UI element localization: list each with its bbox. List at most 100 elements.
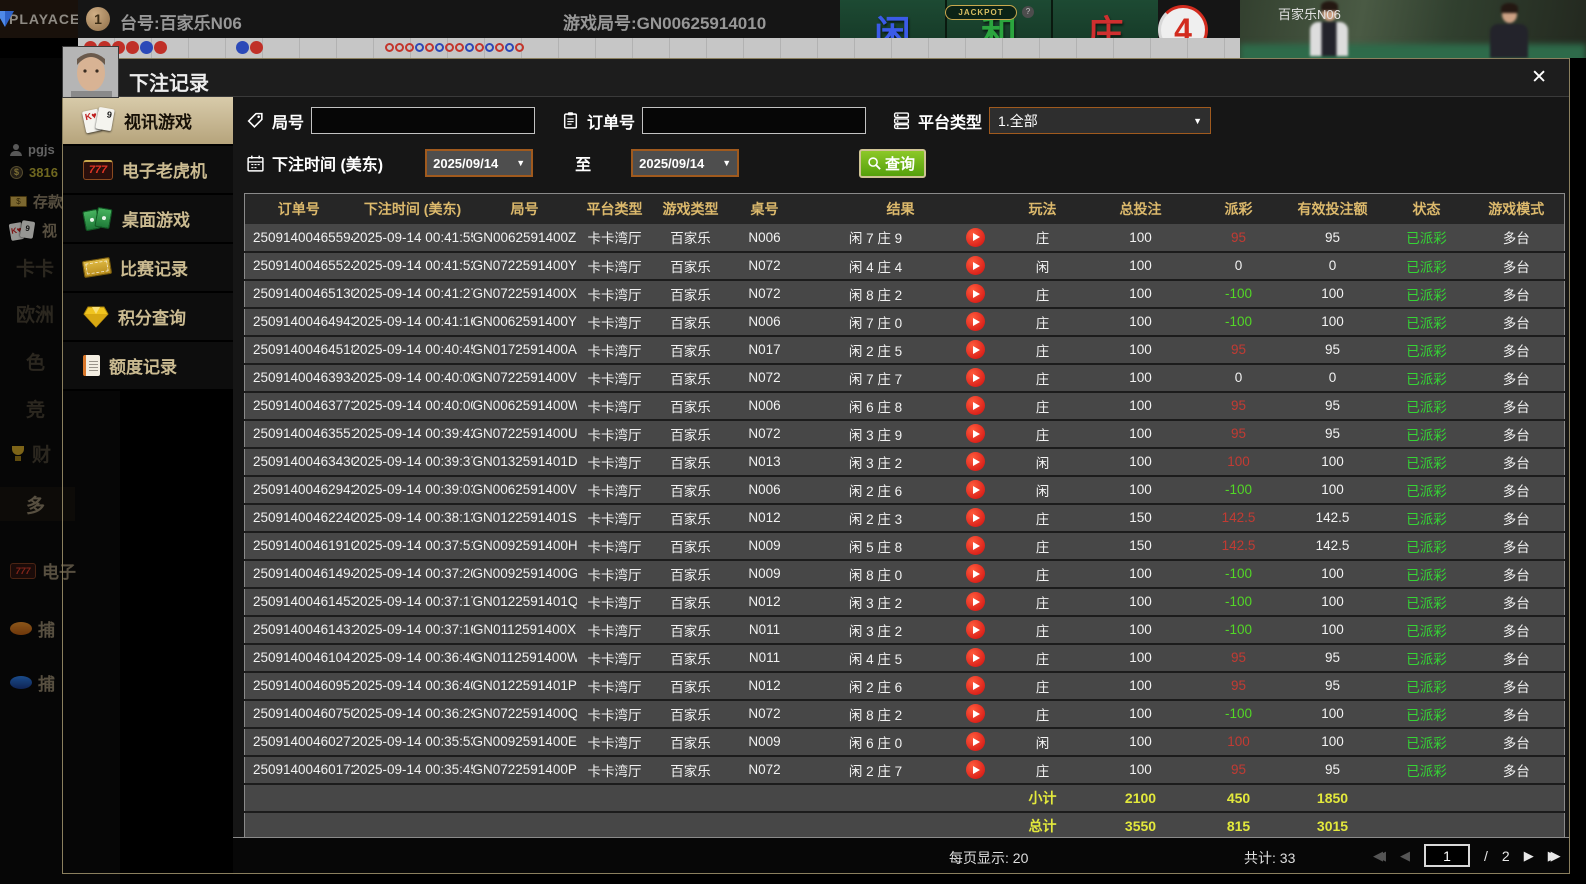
play-button[interactable] <box>966 396 985 415</box>
order-input[interactable] <box>642 107 866 134</box>
cell-result: 闲 3 庄 2 <box>801 588 951 616</box>
table-number-badge: 1 <box>86 7 110 31</box>
cell-time: 2025-09-14 00:41:55 <box>353 224 473 252</box>
cell-bet: 150 <box>1085 532 1197 560</box>
cell-time: 2025-09-14 00:39:42 <box>353 420 473 448</box>
cell-time: 2025-09-14 00:36:40 <box>353 672 473 700</box>
cell-table: N011 <box>729 644 801 672</box>
cell-order: 250914004645186 <box>245 336 353 364</box>
cell-replay <box>951 252 1001 280</box>
cell-mode: 多台 <box>1469 756 1565 784</box>
cell-time: 2025-09-14 00:37:20 <box>353 560 473 588</box>
cell-order: 250914004634365 <box>245 448 353 476</box>
cell-valid: 142.5 <box>1281 504 1385 532</box>
play-button[interactable] <box>966 592 985 611</box>
page-number-input[interactable] <box>1424 844 1470 867</box>
menu-item-slots[interactable]: 777 电子老虎机 <box>63 146 233 195</box>
cell-mode: 多台 <box>1469 448 1565 476</box>
road-marker <box>425 43 434 52</box>
play-button[interactable] <box>966 284 985 303</box>
cell-replay <box>951 756 1001 784</box>
play-button[interactable] <box>966 676 985 695</box>
menu-item-match-records[interactable]: 比赛记录 <box>63 244 233 293</box>
cell-valid: 0 <box>1281 252 1385 280</box>
cell-replay <box>951 448 1001 476</box>
cell-status: 已派彩 <box>1385 616 1469 644</box>
cell-valid: 95 <box>1281 644 1385 672</box>
cell-order: 250914004651303 <box>245 280 353 308</box>
cell-round: GN0062591400Y <box>473 308 577 336</box>
cell-play: 庄 <box>1001 672 1085 700</box>
menu-item-table-games[interactable]: 桌面游戏 <box>63 195 233 244</box>
menu-item-credit-records[interactable]: 额度记录 <box>63 342 233 391</box>
menu-item-video-games[interactable]: K♥9 视讯游戏 <box>63 97 233 146</box>
play-button[interactable] <box>966 368 985 387</box>
date-to-select[interactable]: 2025/09/14 ▼ <box>631 149 739 177</box>
cell-table: N017 <box>729 336 801 364</box>
play-button[interactable] <box>966 620 985 639</box>
jackpot-help-icon[interactable]: ? <box>1022 6 1034 18</box>
cell-mode: 多台 <box>1469 308 1565 336</box>
play-button[interactable] <box>966 312 985 331</box>
play-button[interactable] <box>966 536 985 555</box>
play-button[interactable] <box>966 228 985 247</box>
cell-bet: 100 <box>1085 280 1197 308</box>
sum-label: 小计 <box>1001 784 1085 812</box>
live-video-feed: 百家乐N06 1234 <box>1240 0 1586 58</box>
filter-row-1: 局号 订单号 平台类型 1.全部 ▼ <box>246 107 1211 134</box>
table-row: 2509140046494392025-09-14 00:41:16GN0062… <box>245 308 1565 336</box>
cell-valid: 142.5 <box>1281 532 1385 560</box>
cell-replay <box>951 392 1001 420</box>
cell-game: 百家乐 <box>653 532 729 560</box>
play-button[interactable] <box>966 256 985 275</box>
cell-order: 250914004614945 <box>245 560 353 588</box>
play-button[interactable] <box>966 452 985 471</box>
play-button[interactable] <box>966 648 985 667</box>
round-input[interactable] <box>311 107 535 134</box>
menu-item-points-query[interactable]: 积分查询 <box>63 293 233 342</box>
play-button[interactable] <box>966 424 985 443</box>
cell-valid: 95 <box>1281 756 1385 784</box>
last-page-icon[interactable]: ▶▶ <box>1548 848 1561 864</box>
date-from-select[interactable]: 2025/09/14 ▼ <box>425 149 533 177</box>
play-button[interactable] <box>966 704 985 723</box>
platform-select[interactable]: 1.全部 ▼ <box>989 107 1211 134</box>
cell-valid: 95 <box>1281 672 1385 700</box>
cell-round: GN0112591400W <box>473 644 577 672</box>
sum-bet: 3550 <box>1085 812 1197 840</box>
cell-platform: 卡卡湾厅 <box>577 392 653 420</box>
road-marker <box>485 43 494 52</box>
cell-play: 庄 <box>1001 616 1085 644</box>
column-header: 平台类型 <box>577 194 653 224</box>
play-button[interactable] <box>966 564 985 583</box>
cell-game: 百家乐 <box>653 728 729 756</box>
cell-round: GN0722591400P <box>473 756 577 784</box>
cell-order: 250914004649439 <box>245 308 353 336</box>
search-button[interactable]: 查询 <box>859 149 926 178</box>
play-button[interactable] <box>966 340 985 359</box>
cell-bet: 100 <box>1085 224 1197 252</box>
bet-zone-banker[interactable]: 庄 <box>1053 0 1158 38</box>
cell-platform: 卡卡湾厅 <box>577 560 653 588</box>
next-page-icon[interactable]: ▶ <box>1524 848 1534 864</box>
bet-zone-player[interactable]: 闲 <box>840 0 945 38</box>
cell-mode: 多台 <box>1469 224 1565 252</box>
play-button[interactable] <box>966 508 985 527</box>
sum-payout: 815 <box>1197 812 1281 840</box>
cell-order: 250914004622402 <box>245 504 353 532</box>
cell-table: N012 <box>729 672 801 700</box>
prev-page-icon[interactable]: ◀ <box>1400 848 1410 864</box>
first-page-icon[interactable]: ◀◀ <box>1373 848 1386 864</box>
cell-mode: 多台 <box>1469 280 1565 308</box>
play-button[interactable] <box>966 732 985 751</box>
play-button[interactable] <box>966 760 985 779</box>
close-icon[interactable]: ✕ <box>1531 67 1547 89</box>
cell-payout: 0 <box>1197 364 1281 392</box>
modal-title: 下注记录 <box>129 67 209 96</box>
cell-platform: 卡卡湾厅 <box>577 308 653 336</box>
road-marker <box>455 43 464 52</box>
cell-status: 已派彩 <box>1385 448 1469 476</box>
cell-play: 闲 <box>1001 252 1085 280</box>
play-button[interactable] <box>966 480 985 499</box>
cell-bet: 100 <box>1085 476 1197 504</box>
